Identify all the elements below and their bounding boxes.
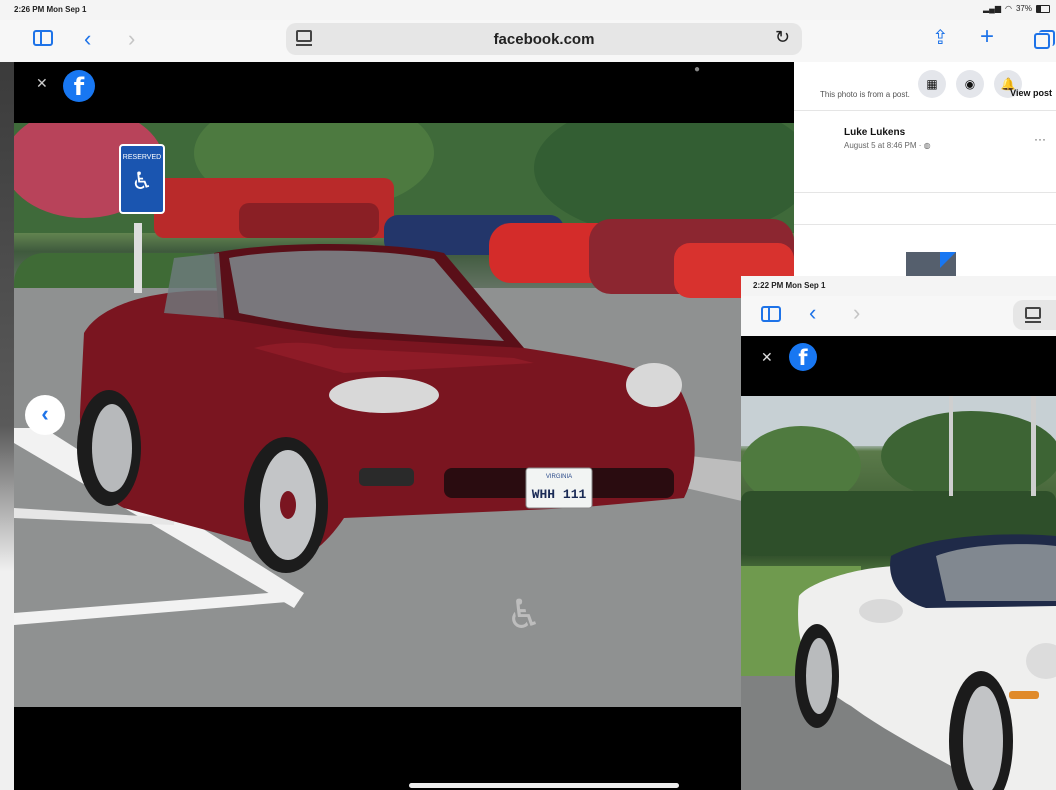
divider bbox=[794, 110, 1056, 111]
sign-pole bbox=[1031, 396, 1036, 496]
reload-icon[interactable]: ↻ bbox=[775, 27, 790, 48]
inset-status-bar: 2:22 PM Mon Sep 1 bbox=[741, 276, 1056, 296]
post-date-text: August 5 at 8:46 PM · bbox=[844, 141, 924, 150]
sign-post bbox=[134, 223, 142, 293]
inset-screenshot: 2:22 PM Mon Sep 1 ‹ › ✕ f bbox=[741, 276, 1056, 790]
right-headlight bbox=[626, 363, 682, 407]
tree bbox=[881, 411, 1056, 501]
rear-rim bbox=[92, 404, 132, 492]
pavement-accessibility-symbol: ♿ bbox=[506, 592, 542, 638]
inset-sidebar-toggle-icon[interactable] bbox=[761, 306, 781, 322]
inset-back-chevron-icon[interactable]: ‹ bbox=[809, 302, 816, 324]
sign-text: RESERVED bbox=[123, 154, 161, 161]
forward-chevron-icon[interactable]: › bbox=[128, 28, 135, 50]
status-bar: 2:26 PM Mon Sep 1 ▂▄▆ ◠ 37% bbox=[0, 0, 1056, 20]
inset-close-icon[interactable]: ✕ bbox=[761, 349, 773, 366]
sidebar-toggle-icon[interactable] bbox=[33, 30, 53, 46]
post-author[interactable]: Luke Lukens bbox=[844, 127, 905, 138]
more-options-icon[interactable]: ··· bbox=[1034, 132, 1046, 146]
turn-signal bbox=[1009, 691, 1039, 699]
photo-viewer: ✕ f ● RESERVED ♿ VIRGINIA WHH 111 ♿ ‹ bbox=[14, 62, 794, 790]
facebook-logo-icon[interactable]: f bbox=[63, 70, 95, 102]
photo-illustration: RESERVED ♿ VIRGINIA WHH 111 ♿ bbox=[14, 123, 794, 707]
wifi-icon: ◠ bbox=[1005, 4, 1012, 13]
url-text: facebook.com bbox=[493, 31, 595, 48]
status-time: 2:26 PM Mon Sep 1 bbox=[14, 5, 87, 14]
address-bar[interactable]: facebook.com ↻ bbox=[286, 23, 802, 55]
red-sedan bbox=[239, 203, 379, 238]
messenger-icon[interactable]: ◉ bbox=[956, 70, 984, 98]
side-mirror bbox=[859, 599, 903, 623]
inset-facebook-logo-icon[interactable]: f bbox=[789, 343, 817, 371]
status-indicators: ▂▄▆ ◠ 37% bbox=[983, 4, 1050, 13]
post-details-panel: ▦ ◉ 🔔 This photo is from a post. View po… bbox=[794, 62, 1056, 276]
chevron-left-icon: ‹ bbox=[41, 401, 49, 426]
windshield bbox=[936, 544, 1056, 601]
post-notice: This photo is from a post. bbox=[820, 90, 910, 99]
tab-overview-icon[interactable] bbox=[1034, 30, 1055, 49]
attachment-icon bbox=[906, 252, 956, 276]
inset-browser-toolbar: ‹ › bbox=[741, 296, 1056, 336]
plate-state: VIRGINIA bbox=[546, 474, 572, 480]
back-chevron-icon[interactable]: ‹ bbox=[84, 28, 91, 50]
previous-photo-button[interactable]: ‹ bbox=[25, 395, 65, 435]
rear-rim bbox=[806, 638, 832, 714]
white-corvette-photo bbox=[741, 396, 1056, 790]
inset-forward-chevron-icon[interactable]: › bbox=[853, 302, 860, 324]
home-indicator bbox=[409, 783, 679, 788]
inset-status-time: 2:22 PM Mon Sep 1 bbox=[753, 281, 826, 290]
divider bbox=[794, 192, 1056, 193]
wheel-hub bbox=[280, 491, 296, 519]
close-icon[interactable]: ✕ bbox=[36, 75, 48, 92]
fog-light bbox=[359, 468, 414, 486]
menu-grid-icon[interactable]: ▦ bbox=[918, 70, 946, 98]
battery-percent: 37% bbox=[1015, 4, 1032, 13]
share-icon[interactable]: ⇪ bbox=[932, 27, 949, 49]
background-app-edge bbox=[0, 62, 14, 790]
accessibility-icon: ♿ bbox=[131, 167, 153, 195]
signal-icon: ▂▄▆ bbox=[983, 4, 1001, 13]
plate-number: WHH 111 bbox=[532, 487, 587, 502]
view-post-link[interactable]: View post bbox=[1010, 88, 1052, 98]
corvette-photo: RESERVED ♿ VIRGINIA WHH 111 ♿ bbox=[14, 123, 794, 707]
browser-toolbar: ‹ › facebook.com ↻ ⇪ + bbox=[0, 20, 1056, 62]
inset-address-bar[interactable] bbox=[1013, 300, 1056, 330]
divider bbox=[794, 224, 1056, 225]
battery-icon bbox=[1036, 4, 1050, 13]
globe-icon: ◍ bbox=[923, 141, 931, 150]
post-date: August 5 at 8:46 PM · ◍ bbox=[844, 141, 931, 150]
search-icon[interactable]: ● bbox=[694, 64, 700, 75]
left-headlight bbox=[329, 377, 439, 413]
inset-reader-mode-icon[interactable] bbox=[1025, 307, 1041, 323]
new-tab-plus-icon[interactable]: + bbox=[980, 25, 994, 49]
inset-photo-illustration bbox=[741, 396, 1056, 790]
light-pole bbox=[949, 396, 953, 496]
